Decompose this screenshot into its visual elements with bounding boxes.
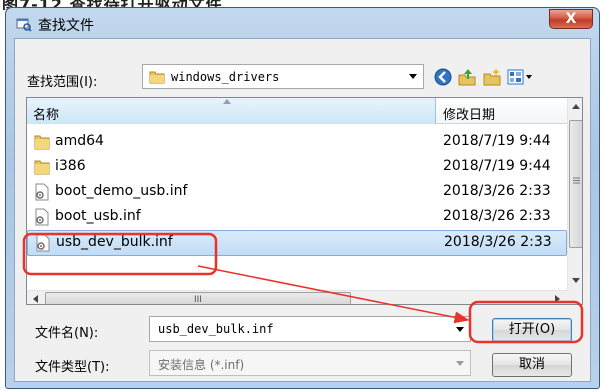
scrollbar-corner — [567, 290, 582, 304]
new-folder-icon[interactable] — [482, 67, 502, 87]
scroll-up-icon[interactable] — [572, 104, 580, 109]
find-file-dialog: 查找文件 X 查找范围(I): windows_drivers 名称 修改日期 … — [5, 7, 600, 389]
filename-label: 文件名(N): — [35, 326, 99, 341]
file-date: 2018/3/26 2:33 — [443, 183, 551, 199]
file-date: 2018/3/26 2:33 — [443, 208, 551, 224]
folder-icon — [34, 160, 50, 175]
look-in-value: windows_drivers — [171, 70, 280, 84]
close-button[interactable]: X — [549, 9, 593, 29]
filetype-label: 文件类型(T): — [35, 360, 110, 375]
scroll-down-icon[interactable] — [572, 278, 580, 283]
view-menu-icon[interactable] — [506, 67, 534, 87]
grip-icon: III — [194, 295, 202, 305]
filetype-select[interactable]: 安装信息 (*.inf) — [149, 350, 471, 376]
file-name: boot_usb.inf — [55, 208, 141, 224]
vertical-scrollbar[interactable] — [567, 98, 582, 290]
vertical-scroll-thumb[interactable] — [569, 120, 582, 248]
horizontal-scroll-thumb[interactable]: III — [45, 292, 351, 305]
up-folder-icon[interactable] — [457, 67, 477, 87]
filename-field[interactable]: usb_dev_bulk.inf — [149, 316, 471, 342]
open-button-label: 打开(O) — [508, 322, 556, 337]
file-name: i386 — [55, 158, 86, 174]
list-item-selected[interactable]: usb_dev_bulk.inf 2018/3/26 2:33 — [27, 230, 567, 256]
cancel-button-label: 取消 — [518, 357, 545, 372]
file-name: usb_dev_bulk.inf — [56, 234, 173, 250]
filename-value[interactable]: usb_dev_bulk.inf — [158, 322, 274, 336]
list-item[interactable]: boot_usb.inf 2018/3/26 2:33 — [27, 205, 567, 229]
inf-file-icon — [36, 234, 50, 252]
inf-file-icon — [35, 208, 49, 226]
filetype-value: 安装信息 (*.inf) — [158, 358, 245, 372]
inf-file-icon — [35, 183, 49, 201]
dialog-title: 查找文件 — [38, 18, 94, 34]
list-item[interactable]: i386 2018/7/19 9:44 — [27, 155, 567, 179]
file-date: 2018/7/19 9:44 — [443, 133, 551, 149]
close-icon: X — [565, 11, 577, 27]
file-name: amd64 — [55, 133, 104, 149]
file-date: 2018/3/26 2:33 — [444, 234, 552, 250]
chevron-down-icon[interactable] — [409, 74, 417, 79]
dialog-body: 查找范围(I): windows_drivers 名称 修改日期 amd64 2… — [14, 38, 591, 382]
list-item[interactable]: boot_demo_usb.inf 2018/3/26 2:33 — [27, 180, 567, 204]
cancel-button[interactable]: 取消 — [492, 353, 572, 377]
open-button[interactable]: 打开(O) — [492, 318, 572, 342]
scroll-left-icon[interactable] — [33, 295, 38, 303]
list-header: 名称 修改日期 — [27, 98, 567, 124]
chevron-down-icon[interactable] — [456, 327, 464, 332]
file-name: boot_demo_usb.inf — [55, 183, 188, 199]
look-in-combo[interactable]: windows_drivers — [142, 64, 424, 89]
column-header-date-label: 修改日期 — [443, 108, 496, 123]
file-list[interactable]: 名称 修改日期 amd64 2018/7/19 9:44 i386 2018/7… — [26, 97, 583, 305]
list-item[interactable]: amd64 2018/7/19 9:44 — [27, 130, 567, 154]
back-icon[interactable] — [433, 67, 453, 87]
scroll-right-icon[interactable] — [555, 295, 560, 303]
horizontal-scrollbar[interactable]: III — [27, 290, 567, 305]
look-in-label: 查找范围(I): — [27, 75, 98, 90]
dialog-app-icon — [16, 18, 32, 32]
chevron-down-icon[interactable] — [456, 361, 464, 366]
folder-icon — [34, 135, 50, 150]
file-date: 2018/7/19 9:44 — [443, 158, 551, 174]
folder-icon — [149, 71, 165, 84]
grip-icon — [573, 177, 580, 184]
title-bar[interactable]: 查找文件 X — [6, 8, 599, 38]
